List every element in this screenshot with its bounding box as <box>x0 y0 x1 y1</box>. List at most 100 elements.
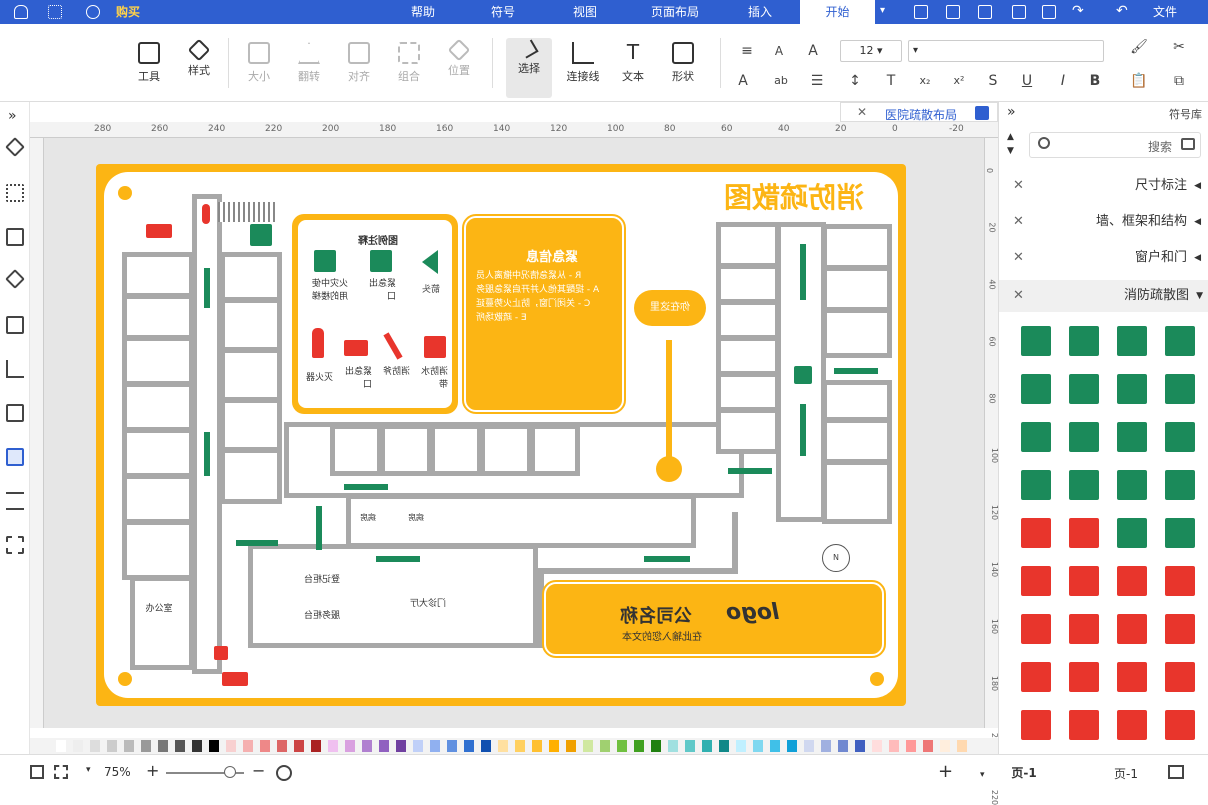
color-swatch[interactable] <box>226 740 236 752</box>
color-swatch[interactable] <box>583 740 593 752</box>
color-swatch[interactable] <box>413 740 423 752</box>
color-swatch[interactable] <box>430 740 440 752</box>
search-box[interactable]: 搜索 <box>1029 132 1201 158</box>
fire-symbol-icon[interactable] <box>1117 518 1147 548</box>
text-tool[interactable]: T 文本 <box>610 42 656 84</box>
color-swatch[interactable] <box>634 740 644 752</box>
color-swatch[interactable] <box>396 740 406 752</box>
fire-symbol-icon[interactable] <box>1117 662 1147 692</box>
category-dimension[interactable]: ✕ 尺寸标注 ◀ <box>1007 170 1201 202</box>
buy-button[interactable]: 购买 <box>108 0 148 24</box>
underline-icon[interactable]: U <box>1018 72 1036 90</box>
tools-button[interactable]: 工具 <box>126 42 172 84</box>
color-swatch[interactable] <box>838 740 848 752</box>
color-swatch[interactable] <box>107 740 117 752</box>
color-swatch[interactable] <box>957 740 967 752</box>
color-swatch[interactable] <box>821 740 831 752</box>
list-icon[interactable]: ☰ <box>808 72 826 90</box>
color-swatch[interactable] <box>243 740 253 752</box>
zoom-dropdown-icon[interactable]: ▾ <box>86 765 91 775</box>
layers-icon[interactable] <box>5 269 25 289</box>
color-swatch[interactable] <box>753 740 763 752</box>
fire-symbol-icon[interactable] <box>1069 470 1099 500</box>
grid-icon[interactable] <box>6 184 24 202</box>
size-button[interactable]: 大小 <box>236 42 282 84</box>
color-swatch[interactable] <box>804 740 814 752</box>
color-swatch[interactable] <box>362 740 372 752</box>
page-tab[interactable]: ▾ 页-1 <box>980 763 1050 783</box>
color-swatch[interactable] <box>600 740 610 752</box>
color-swatch[interactable] <box>685 740 695 752</box>
zoom-slider-handle[interactable] <box>224 766 236 778</box>
fire-symbol-icon[interactable] <box>1021 422 1051 452</box>
fire-symbol-icon[interactable] <box>1165 662 1195 692</box>
font-size-select[interactable]: 12 ▾ <box>840 40 902 62</box>
add-page-button[interactable]: + <box>938 761 953 782</box>
fire-symbol-icon[interactable] <box>1117 470 1147 500</box>
collapse-icon[interactable]: » <box>1007 104 1016 120</box>
align-icon[interactable]: ≡ <box>738 42 756 60</box>
fire-symbol-icon[interactable] <box>1165 614 1195 644</box>
color-swatch[interactable] <box>379 740 389 752</box>
save-icon[interactable] <box>978 5 992 19</box>
color-swatch[interactable] <box>73 740 83 752</box>
fire-symbol-icon[interactable] <box>1117 614 1147 644</box>
tab-view[interactable]: 视图 <box>560 0 610 24</box>
color-swatch[interactable] <box>702 740 712 752</box>
fire-symbol-icon[interactable] <box>1165 422 1195 452</box>
color-swatch[interactable] <box>345 740 355 752</box>
remove-category-icon[interactable]: ✕ <box>1013 280 1024 312</box>
position-button[interactable]: 位置 <box>436 38 482 78</box>
shape-tool[interactable]: 形状 <box>660 42 706 84</box>
cut-icon[interactable]: ✂ <box>1170 38 1188 56</box>
dropdown-icon[interactable]: ▾ <box>880 5 894 19</box>
color-swatch[interactable] <box>158 740 168 752</box>
expand-icon[interactable]: » <box>8 108 17 124</box>
color-swatch[interactable] <box>481 740 491 752</box>
color-swatch[interactable] <box>464 740 474 752</box>
color-swatch[interactable] <box>311 740 321 752</box>
fire-symbol-icon[interactable] <box>1021 518 1051 548</box>
floorplan-icon[interactable] <box>6 448 24 466</box>
select-tool[interactable]: 选择 <box>506 38 552 98</box>
image-icon[interactable] <box>6 228 24 246</box>
color-swatch[interactable] <box>855 740 865 752</box>
color-swatch[interactable] <box>566 740 576 752</box>
color-swatch[interactable] <box>549 740 559 752</box>
fire-symbol-icon[interactable] <box>1165 326 1195 356</box>
color-swatch[interactable] <box>277 740 287 752</box>
library-icon[interactable] <box>1181 138 1195 150</box>
fire-symbol-icon[interactable] <box>1117 326 1147 356</box>
copy-icon[interactable]: ⧉ <box>1170 72 1188 90</box>
fit-width-icon[interactable] <box>30 765 44 779</box>
color-swatch[interactable] <box>872 740 882 752</box>
fire-symbol-icon[interactable] <box>1069 374 1099 404</box>
fire-symbol-icon[interactable] <box>1117 422 1147 452</box>
color-swatch[interactable] <box>294 740 304 752</box>
tab-page-layout[interactable]: 页面布局 <box>640 0 710 24</box>
tab-help[interactable]: 帮助 <box>398 0 448 24</box>
font-color-icon[interactable]: A <box>734 72 752 90</box>
line-spacing-icon[interactable]: ↕ <box>846 72 864 90</box>
color-swatch[interactable] <box>889 740 899 752</box>
floor-plan[interactable]: 消防疏散图 办公室 病房 病房 登记柜台 服务柜台 门诊大厅 图例注释 箭头 紧… <box>104 172 898 698</box>
fit-page-icon[interactable] <box>54 765 68 779</box>
close-icon[interactable]: ✕ <box>857 105 867 119</box>
subscript-icon[interactable]: x₂ <box>916 72 934 90</box>
fire-symbol-icon[interactable] <box>1021 614 1051 644</box>
remove-category-icon[interactable]: ✕ <box>1013 242 1024 274</box>
fire-symbol-icon[interactable] <box>1021 374 1051 404</box>
color-swatch[interactable] <box>617 740 627 752</box>
italic-icon[interactable]: I <box>1054 72 1072 90</box>
zoom-level[interactable]: 75% <box>104 765 131 779</box>
text-icon[interactable]: T <box>882 72 900 90</box>
category-fire-evacuation[interactable]: ✕ 消防疏散图 ▼ <box>999 280 1208 312</box>
fire-symbol-icon[interactable] <box>1021 326 1051 356</box>
mindmap-icon[interactable] <box>6 536 24 554</box>
fire-symbol-icon[interactable] <box>1069 614 1099 644</box>
color-swatch[interactable] <box>56 740 66 752</box>
color-swatch[interactable] <box>515 740 525 752</box>
fire-symbol-icon[interactable] <box>1165 518 1195 548</box>
fire-symbol-icon[interactable] <box>1021 662 1051 692</box>
menu-file[interactable]: 文件 <box>1140 0 1190 24</box>
